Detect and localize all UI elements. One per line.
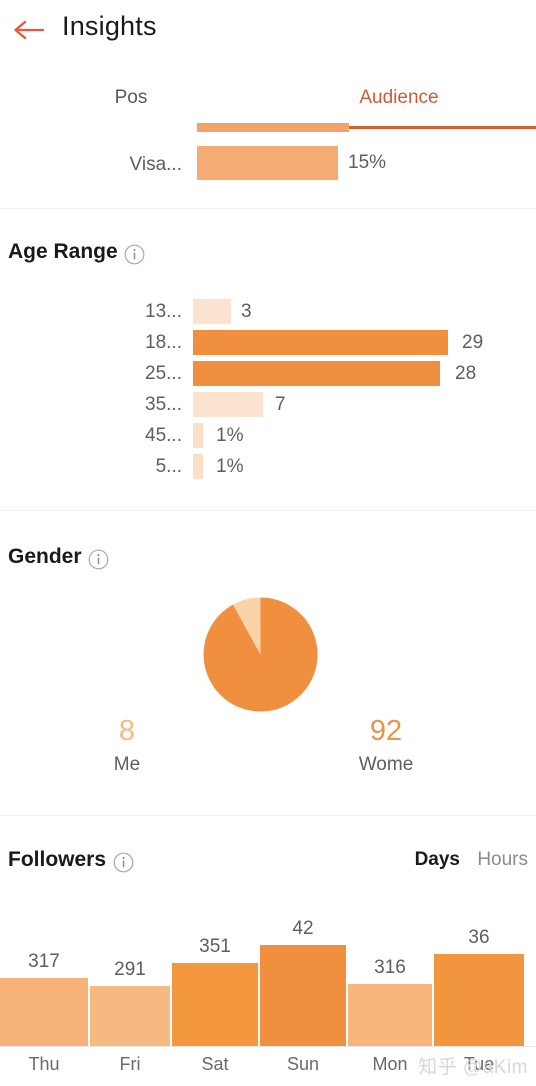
partial-top-chart: Visa... 15% xyxy=(0,118,536,208)
age-row-bar xyxy=(193,454,203,479)
divider-2 xyxy=(0,510,536,511)
followers-bar-item: 36 xyxy=(434,927,524,1046)
followers-bar xyxy=(0,978,88,1046)
age-row: 45... 1% xyxy=(0,420,536,451)
age-row-label: 13... xyxy=(145,301,182,322)
gender-men-value: 8 xyxy=(118,715,136,747)
partial-row-label: Visa... xyxy=(129,154,182,175)
partial-chart-row: Visa... 15% xyxy=(0,144,536,188)
age-row-bar xyxy=(193,423,203,448)
tab-posts[interactable]: Pos xyxy=(0,75,262,121)
info-circle-icon[interactable] xyxy=(88,549,109,570)
followers-bar xyxy=(348,984,432,1046)
followers-axis-line xyxy=(0,1046,536,1047)
age-row-label: 35... xyxy=(145,394,182,415)
age-row-bar xyxy=(193,330,448,355)
followers-title: Followers xyxy=(8,848,107,871)
age-row-bar xyxy=(193,392,263,417)
followers-bar-value: 42 xyxy=(292,918,314,939)
gender-women-label: Wome xyxy=(358,754,414,775)
age-row: 18... 29 xyxy=(0,327,536,358)
axis-tick: Thu xyxy=(28,1054,60,1074)
age-range-title: Age Range xyxy=(8,240,118,263)
age-row-label: 18... xyxy=(145,332,182,353)
followers-toggle-days[interactable]: Days xyxy=(415,849,460,871)
followers-bar xyxy=(434,954,524,1046)
back-button[interactable] xyxy=(6,12,52,48)
age-row-value: 29 xyxy=(462,332,484,353)
gender-title: Gender xyxy=(8,545,82,568)
info-circle-icon[interactable] xyxy=(124,244,145,265)
insights-screen: Insights Pos Audience Visa... 15% Age Ra… xyxy=(0,0,536,1086)
gender-pie-chart xyxy=(203,597,318,712)
info-circle-icon[interactable] xyxy=(113,852,134,873)
gender-women-value: 92 xyxy=(369,715,403,747)
age-row-value: 1% xyxy=(216,425,244,446)
arrow-left-icon xyxy=(12,18,46,42)
tab-audience[interactable]: Audience xyxy=(262,75,536,121)
age-row-label: 5... xyxy=(155,456,182,477)
followers-bar-value: 317 xyxy=(28,951,60,972)
axis-tick: Fri xyxy=(119,1054,141,1074)
page-title: Insights xyxy=(62,11,157,41)
age-row-value: 3 xyxy=(241,301,252,322)
followers-bar-value: 351 xyxy=(199,936,231,957)
gender-header: Gender xyxy=(0,545,536,575)
age-row-bar xyxy=(193,361,440,386)
followers-bar-item: 42 xyxy=(260,918,346,1046)
age-row: 5... 1% xyxy=(0,451,536,482)
followers-bar-value: 316 xyxy=(374,957,406,978)
age-row-value: 7 xyxy=(275,394,286,415)
followers-bar-item: 316 xyxy=(348,957,432,1046)
followers-bar-item: 351 xyxy=(172,936,258,1046)
followers-bar xyxy=(172,963,258,1046)
age-row-label: 25... xyxy=(145,363,182,384)
partial-bar-cutoff xyxy=(197,123,349,132)
axis-tick: Sun xyxy=(286,1054,320,1074)
followers-bar-item: 317 xyxy=(0,951,88,1046)
divider-3 xyxy=(0,815,536,816)
gender-stat-men: 8 Me xyxy=(52,712,202,780)
followers-bar-value: 36 xyxy=(468,927,490,948)
divider-1 xyxy=(0,208,536,209)
age-row-value: 28 xyxy=(455,363,477,384)
age-row-label: 45... xyxy=(145,425,182,446)
followers-toggle-hours[interactable]: Hours xyxy=(477,849,528,871)
age-row: 25... 28 xyxy=(0,358,536,389)
followers-bar-value: 291 xyxy=(114,959,146,980)
watermark: 知乎 @aKim xyxy=(418,1057,528,1078)
gender-stat-women: 92 Wome xyxy=(311,712,461,780)
followers-bar-item: 291 xyxy=(90,959,170,1046)
age-row: 13... 3 xyxy=(0,296,536,327)
pie-slice-women xyxy=(203,597,318,712)
age-row-value: 1% xyxy=(216,456,244,477)
gender-men-label: Me xyxy=(113,754,141,775)
followers-bar xyxy=(260,945,346,1046)
age-row: 35... 7 xyxy=(0,389,536,420)
followers-bar-chart: 317 291 351 42 316 36 xyxy=(0,905,536,1046)
app-header: Insights xyxy=(0,0,536,60)
axis-tick: Sat xyxy=(201,1054,229,1074)
partial-row-bar xyxy=(197,146,338,180)
age-row-bar xyxy=(193,299,231,324)
age-range-header: Age Range xyxy=(0,240,536,270)
partial-row-value: 15% xyxy=(348,152,387,173)
followers-bar xyxy=(90,986,170,1046)
